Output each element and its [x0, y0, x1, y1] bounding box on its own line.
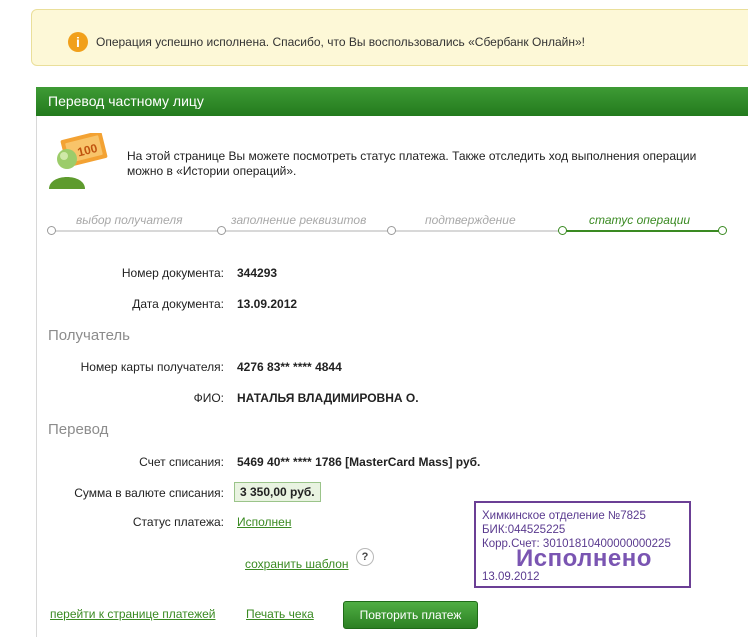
stamp-status: Исполнено: [516, 545, 652, 572]
progress-track-active: [563, 230, 724, 232]
bank-stamp: Химкинское отделение №7825 БИК:044525225…: [474, 501, 691, 588]
step-label-3: подтверждение: [425, 213, 516, 227]
panel-border: [36, 116, 37, 637]
save-template-link[interactable]: сохранить шаблон: [245, 557, 349, 571]
notice-text: Операция успешно исполнена. Спасибо, что…: [96, 35, 585, 49]
stamp-date: 13.09.2012: [482, 571, 540, 583]
amount-label: Сумма в валюте списания:: [74, 486, 224, 500]
print-receipt-link[interactable]: Печать чека: [246, 607, 314, 621]
transfer-section-title: Перевод: [48, 421, 109, 438]
stamp-branch: Химкинское отделение №7825: [482, 510, 646, 522]
doc-date-value: 13.09.2012: [237, 297, 298, 311]
step-dot-2: [217, 226, 226, 235]
help-icon[interactable]: ?: [356, 548, 374, 566]
success-notice: i Операция успешно исполнена. Спасибо, ч…: [31, 9, 748, 66]
step-label-2: заполнение реквизитов: [231, 213, 367, 227]
doc-number-label: Номер документа:: [121, 266, 224, 280]
user-card-icon: 100: [49, 133, 108, 189]
repeat-payment-button[interactable]: Повторить платеж: [343, 601, 478, 629]
step-label-4: статус операции: [589, 213, 691, 227]
account-label: Счет списания:: [139, 455, 224, 469]
doc-number-value: 344293: [237, 266, 278, 280]
step-label-1: выбор получателя: [76, 213, 183, 227]
intro-text: На этой странице Вы можете посмотреть ст…: [127, 149, 697, 178]
recipient-name-value: НАТАЛЬЯ ВЛАДИМИРОВНА О.: [237, 391, 419, 405]
payments-page-link[interactable]: перейти к странице платежей: [50, 607, 215, 621]
account-value: 5469 40** **** 1786 [MasterCard Mass] ру…: [237, 455, 481, 469]
step-dot-end: [718, 226, 727, 235]
recipient-name-label: ФИО:: [193, 391, 224, 405]
recipient-section-title: Получатель: [48, 327, 130, 344]
amount-value: 3 350,00 руб.: [234, 482, 321, 502]
recipient-card-label: Номер карты получателя:: [80, 360, 224, 374]
stamp-bik: БИК:044525225: [482, 524, 566, 536]
panel-title: Перевод частному лицу: [36, 87, 748, 116]
status-link[interactable]: Исполнен: [237, 515, 291, 529]
step-dot-3: [387, 226, 396, 235]
step-dot-4: [558, 226, 567, 235]
doc-date-label: Дата документа:: [132, 297, 224, 311]
recipient-card-value: 4276 83** **** 4844: [237, 360, 342, 374]
step-dot-1: [47, 226, 56, 235]
info-icon: i: [68, 32, 88, 52]
status-label: Статус платежа:: [132, 515, 224, 529]
